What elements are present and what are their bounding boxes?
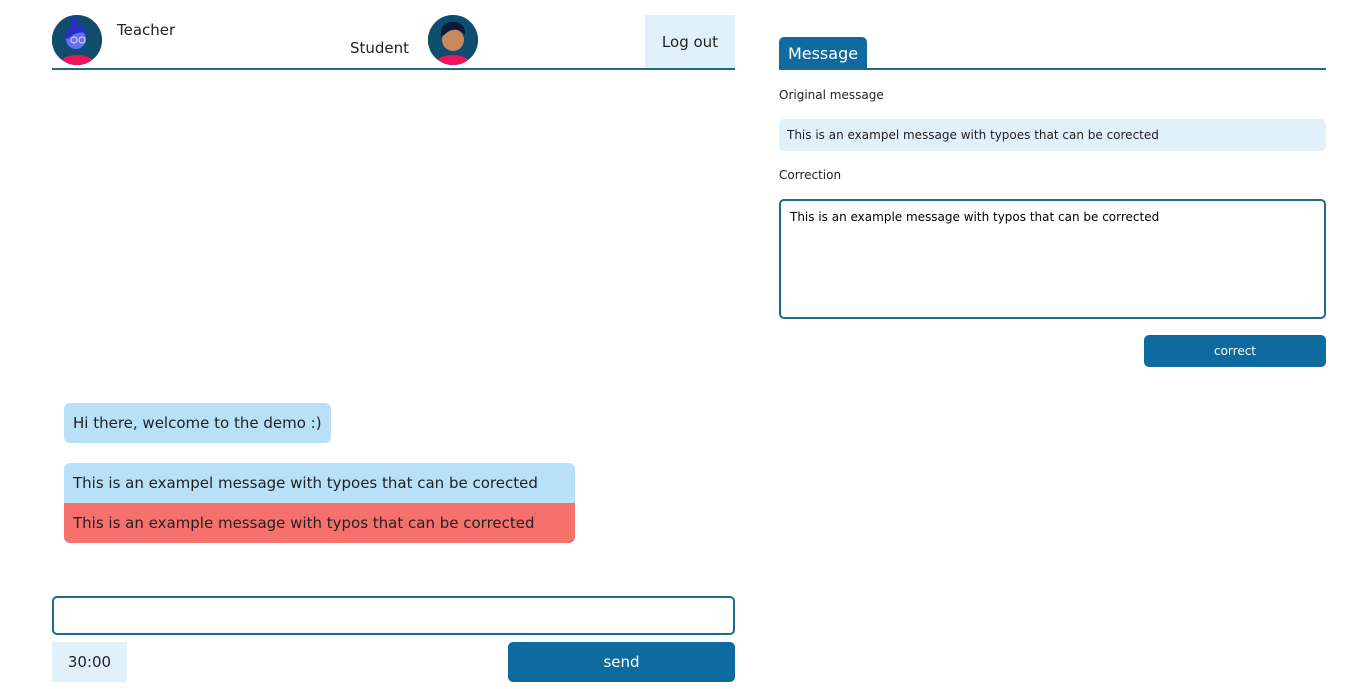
student-avatar — [428, 15, 478, 65]
correction-label: Correction — [779, 168, 842, 182]
teacher-label: Teacher — [117, 21, 176, 39]
message-input[interactable] — [52, 596, 735, 635]
teacher-avatar — [52, 15, 102, 65]
chat-message-original[interactable]: This is an exampel message with typoes t… — [64, 463, 575, 503]
original-message-label: Original message — [779, 88, 884, 102]
student-label: Student — [350, 39, 410, 57]
timer: 30:00 — [52, 642, 127, 682]
tab-message[interactable]: Message — [779, 37, 867, 70]
original-message-value: This is an exampel message with typoes t… — [779, 119, 1326, 151]
header-divider — [52, 68, 735, 70]
send-button[interactable]: send — [508, 642, 735, 682]
tab-divider — [779, 68, 1326, 70]
chat-message-correction: This is an example message with typos th… — [64, 503, 575, 543]
correction-textarea[interactable]: This is an example message with typos th… — [779, 199, 1326, 319]
chat-message: Hi there, welcome to the demo :) — [64, 403, 331, 443]
logout-button[interactable]: Log out — [645, 15, 735, 68]
correct-button[interactable]: correct — [1144, 335, 1326, 367]
